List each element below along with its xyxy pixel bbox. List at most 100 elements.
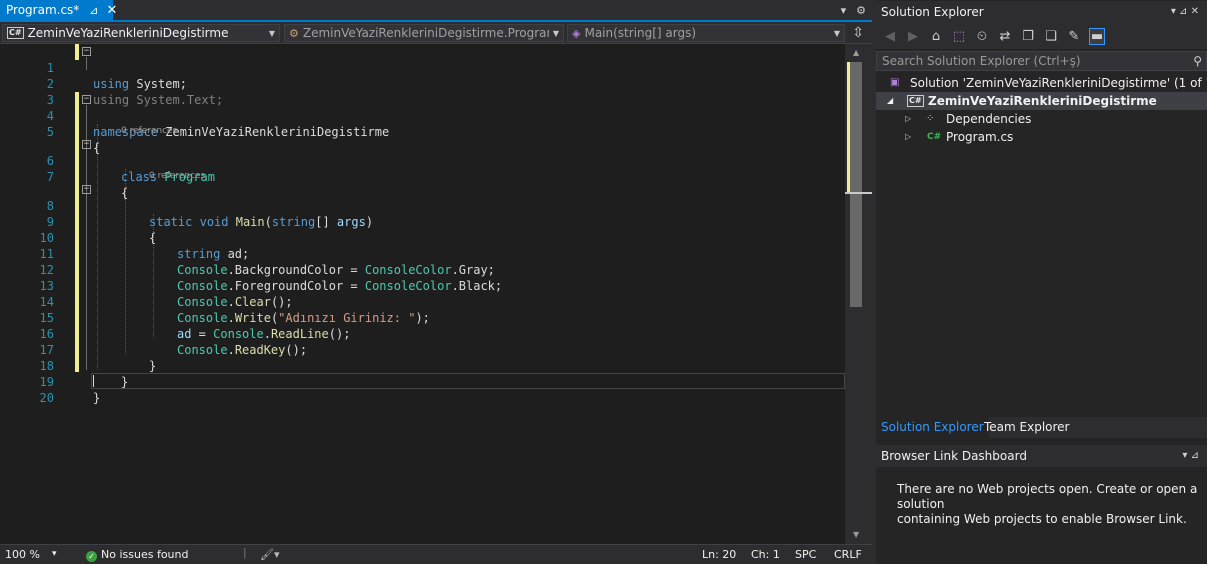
chevron-down-icon: ▼: [552, 28, 560, 38]
code-line: 18 }: [0, 342, 845, 389]
status-divider: |: [243, 546, 247, 559]
right-tool-panel: Solution Explorer ▾ ⊿ ✕ ◀ ▶ ⌂ ⬚ ⏲ ⇄ ❐ ❏ …: [876, 0, 1207, 564]
expanded-arrow-icon[interactable]: ◢: [887, 92, 893, 110]
navigation-bar: C# ZeminVeYaziRenkleriniDegistirme ▼ ⚙ Z…: [0, 22, 872, 44]
settings-gear-icon[interactable]: ⚙: [856, 4, 866, 17]
code-line: 13 Console.Clear();: [0, 262, 845, 309]
code-line: 19 }: [0, 358, 845, 405]
tab-solution-explorer[interactable]: Solution Explorer: [876, 417, 989, 438]
project-dropdown[interactable]: C# ZeminVeYaziRenkleriniDegistirme ▼: [2, 24, 280, 42]
split-window-icon[interactable]: ⇳: [852, 25, 864, 41]
browser-link-message: There are no Web projects open. Create o…: [897, 482, 1207, 527]
code-line: 17 }: [0, 326, 845, 373]
type-dropdown-value: ZeminVeYaziRenkleriniDegistirme.Program: [302, 26, 549, 40]
code-line: 6 class Program: [0, 137, 845, 184]
window-controls-icon[interactable]: ▾ ⊿: [1182, 445, 1199, 467]
collapsed-arrow-icon[interactable]: ▷: [905, 128, 911, 146]
message-line: There are no Web projects open. Create o…: [897, 482, 1198, 511]
preview-selected-icon[interactable]: ▬: [1089, 27, 1105, 45]
code-line: 15 ad = Console.ReadLine();: [0, 294, 845, 341]
tab-list-dropdown-icon[interactable]: ▾: [841, 4, 847, 17]
code-line: 10 string ad;: [0, 214, 845, 261]
chevron-down-icon: ▼: [833, 28, 841, 38]
code-line: 3: [0, 76, 845, 107]
panel-tab-strip: Solution Explorer Team Explorer: [876, 417, 1207, 438]
search-placeholder: Search Solution Explorer (Ctrl+ş): [882, 54, 1081, 68]
browser-link-titlebar: Browser Link Dashboard ▾ ⊿: [876, 445, 1207, 467]
current-line-highlight: [91, 373, 845, 389]
chevron-down-icon: ▼: [268, 28, 276, 38]
collapse-all-icon[interactable]: ❐: [1020, 29, 1036, 44]
member-dropdown-value: Main(string[] args): [584, 26, 697, 40]
pin-icon[interactable]: ⊿: [89, 4, 98, 17]
code-editor[interactable]: − − − − 1 using System; 2 using System.T…: [0, 44, 845, 544]
text-caret: [93, 375, 94, 387]
tree-item-project[interactable]: ◢ C# ZeminVeYaziRenkleriniDegistirme: [876, 92, 1207, 110]
sync-icon[interactable]: ⇄: [997, 29, 1013, 44]
back-icon[interactable]: ◀: [882, 29, 898, 44]
codelens-references[interactable]: 0 references: [121, 125, 177, 137]
check-circle-icon: ✓: [86, 551, 97, 562]
tree-item-solution[interactable]: ▣ Solution 'ZeminVeYaziRenkleriniDegisti…: [876, 74, 1207, 92]
code-line: 5 {: [0, 108, 845, 155]
line-indicator: Ln: 20: [702, 548, 737, 561]
csharp-project-icon: C#: [907, 95, 924, 107]
solution-explorer-toolbar: ◀ ▶ ⌂ ⬚ ⏲ ⇄ ❐ ❏ ✎ ▬: [876, 23, 1207, 49]
project-dropdown-value: ZeminVeYaziRenkleriniDegistirme: [27, 26, 229, 40]
dependencies-icon: ⁘: [926, 113, 935, 124]
editor-status-bar: 100 % ▾ ✓ No issues found | 🖌▾ Ln: 20 Ch:…: [0, 544, 872, 564]
code-line: 8 static void Main(string[] args): [0, 182, 845, 229]
solution-explorer-title: Solution Explorer: [881, 5, 984, 19]
solution-explorer-titlebar: Solution Explorer ▾ ⊿ ✕: [876, 1, 1207, 23]
solution-explorer-search-input[interactable]: Search Solution Explorer (Ctrl+ş) ⚲: [876, 51, 1207, 71]
class-icon: ⚙: [289, 26, 299, 40]
switch-views-icon[interactable]: ⬚: [951, 29, 967, 44]
code-line: 11 Console.BackgroundColor = ConsoleColo…: [0, 230, 845, 277]
properties-wrench-icon[interactable]: ✎: [1066, 29, 1082, 44]
member-dropdown[interactable]: ◈ Main(string[] args) ▼: [567, 24, 845, 42]
forward-icon[interactable]: ▶: [905, 29, 921, 44]
tree-item-dependencies[interactable]: ▷ ⁘ Dependencies: [876, 110, 1207, 128]
zoom-dropdown-icon[interactable]: ▾: [52, 549, 57, 559]
scroll-down-icon[interactable]: ▼: [853, 530, 859, 539]
whitespace-indicator[interactable]: SPC: [795, 548, 816, 561]
method-icon: ◈: [572, 26, 581, 40]
home-icon[interactable]: ⌂: [928, 29, 944, 44]
scrollbar-thumb[interactable]: [850, 62, 862, 307]
code-line: 12 Console.ForegroundColor = ConsoleColo…: [0, 246, 845, 293]
tab-team-explorer[interactable]: Team Explorer: [979, 417, 1075, 438]
window-controls-icon[interactable]: ▾ ⊿ ✕: [1171, 1, 1199, 23]
tree-item-label: ZeminVeYaziRenkleriniDegistirme: [928, 94, 1157, 108]
type-dropdown[interactable]: ⚙ ZeminVeYaziRenkleriniDegistirme.Progra…: [284, 24, 564, 42]
show-all-files-icon[interactable]: ❏: [1043, 29, 1059, 44]
close-icon[interactable]: ✕: [107, 3, 118, 18]
pending-changes-icon[interactable]: ⏲: [974, 29, 990, 44]
scroll-up-icon[interactable]: ▲: [853, 48, 859, 57]
collapsed-arrow-icon[interactable]: ▷: [905, 110, 911, 128]
editor-vertical-scrollbar[interactable]: ▲ ▼: [845, 44, 872, 544]
tab-strip-controls: ▾ ⚙: [841, 0, 866, 20]
code-line: 9 {: [0, 198, 845, 245]
browser-link-title: Browser Link Dashboard: [881, 449, 1027, 463]
line-number: 20: [39, 391, 54, 405]
code-line: 7 {: [0, 153, 845, 200]
line-ending-indicator[interactable]: CRLF: [834, 548, 862, 561]
message-line: containing Web projects to enable Browse…: [897, 512, 1187, 526]
issues-indicator[interactable]: ✓ No issues found: [86, 548, 188, 562]
tree-item-program-cs[interactable]: ▷ C# Program.cs: [876, 128, 1207, 146]
zoom-level[interactable]: 100 %: [5, 548, 40, 561]
tab-title: Program.cs*: [6, 3, 80, 17]
code-line: 16 Console.ReadKey();: [0, 310, 845, 357]
tab-program-cs[interactable]: Program.cs* ⊿ ✕: [0, 0, 117, 20]
code-line: 14 Console.Write("Adınızı Giriniz: ");: [0, 278, 845, 325]
code-cleanup-icon[interactable]: 🖌▾: [260, 548, 280, 561]
code-line: 4 namespace ZeminVeYaziRenkleriniDegisti…: [0, 92, 845, 139]
codelens-references[interactable]: 0 references: [149, 170, 205, 182]
solution-icon: ▣: [890, 77, 900, 88]
code-text: }: [93, 391, 101, 405]
tree-item-label: Dependencies: [946, 112, 1032, 126]
document-tab-strip: Program.cs* ⊿ ✕ ▾ ⚙: [0, 0, 872, 22]
search-icon[interactable]: ⚲: [1193, 52, 1202, 70]
scrollbar-caret-marker: [845, 192, 872, 194]
column-indicator: Ch: 1: [751, 548, 780, 561]
